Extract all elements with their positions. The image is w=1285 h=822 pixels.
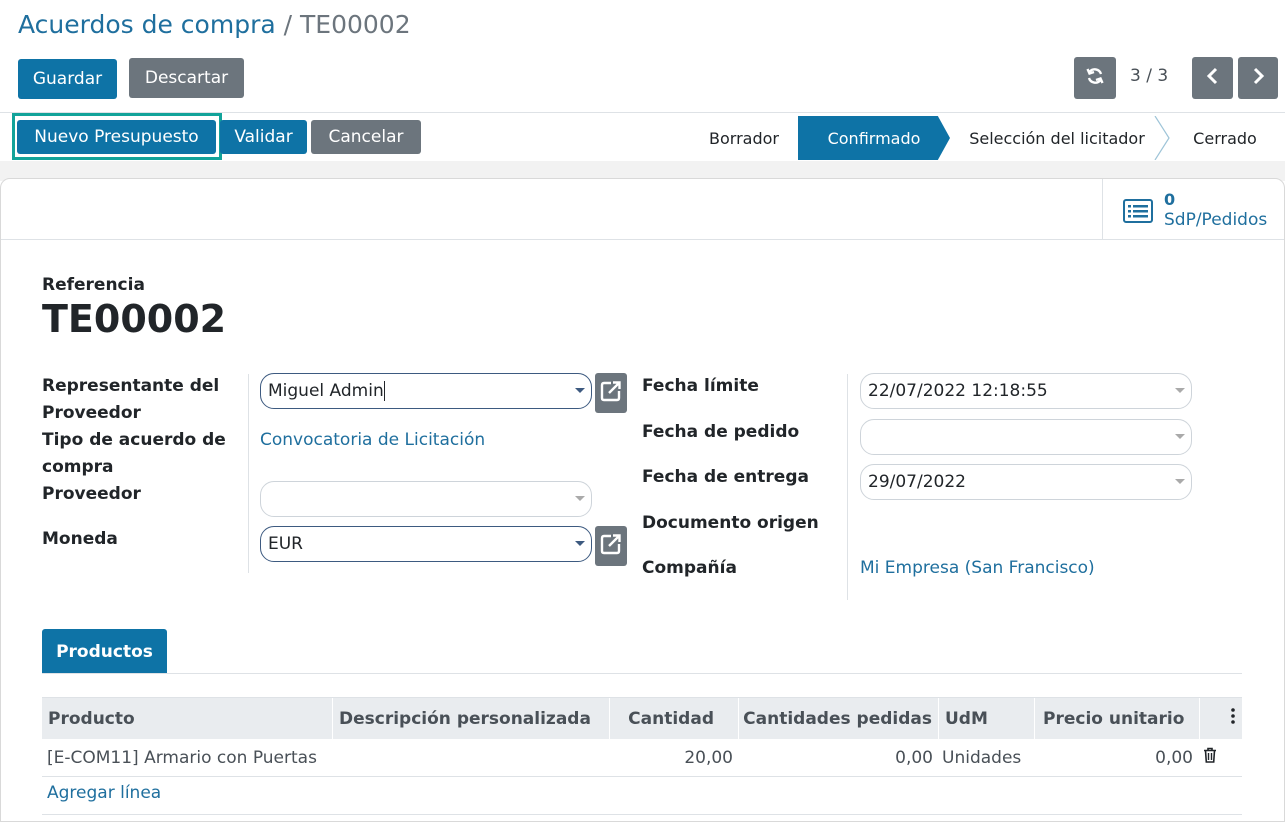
representative-select[interactable]: Miguel Admin [260, 373, 592, 409]
vertical-dots-icon [1231, 708, 1235, 729]
currency-select[interactable]: EUR [260, 526, 592, 562]
company-label: Compañía [642, 558, 737, 578]
refresh-icon [1086, 67, 1104, 90]
rfq-orders-smart-button[interactable]: 0 SdP/Pedidos [1102, 179, 1284, 240]
right-group-divider [847, 374, 848, 600]
delete-row-button[interactable] [1200, 739, 1220, 776]
order-date-label: Fecha de pedido [642, 422, 800, 442]
new-quotation-button[interactable]: Nuevo Presupuesto [17, 120, 216, 154]
table-header: Producto Descripción personalizada Canti… [42, 697, 1242, 739]
currency-label: Moneda [42, 529, 118, 549]
representative-value: Miguel Admin [268, 381, 384, 401]
agreement-type-label-line1: Tipo de acuerdo de [42, 430, 226, 450]
chevron-down-icon [575, 388, 585, 393]
order-date-field[interactable] [860, 419, 1192, 455]
representative-external-link-button[interactable] [595, 373, 627, 413]
tab-products[interactable]: Productos [42, 629, 167, 674]
cell-description[interactable] [333, 739, 610, 776]
smart-button-count: 0 [1164, 190, 1176, 209]
representative-label-line2: Proveedor [42, 403, 141, 423]
cell-quantity[interactable]: 20,00 [610, 739, 733, 776]
trash-icon [1203, 747, 1217, 768]
delivery-date-value: 29/07/2022 [868, 472, 966, 492]
table-row[interactable]: [E-COM11] Armario con Puertas 20,00 0,00… [42, 739, 1242, 777]
smart-button-box: 0 SdP/Pedidos [1, 179, 1284, 240]
column-header-ordered-quantity[interactable]: Cantidades pedidas [739, 698, 939, 739]
agreement-type-label-line2: compra [42, 457, 114, 477]
status-step-closed[interactable]: Cerrado [1170, 116, 1280, 160]
deadline-value: 22/07/2022 12:18:55 [868, 381, 1048, 401]
chevron-down-icon [575, 541, 585, 546]
delivery-date-label: Fecha de entrega [642, 467, 809, 487]
cell-ordered-quantity[interactable]: 0,00 [739, 739, 933, 776]
agreement-type-link[interactable]: Convocatoria de Licitación [260, 430, 485, 450]
refresh-button[interactable] [1074, 57, 1116, 99]
text-cursor [383, 381, 385, 401]
deadline-label: Fecha límite [642, 376, 759, 396]
column-header-quantity[interactable]: Cantidad [610, 698, 739, 739]
column-header-description[interactable]: Descripción personalizada [333, 698, 610, 739]
vendor-label: Proveedor [42, 484, 141, 504]
breadcrumb-parent-link[interactable]: Acuerdos de compra [18, 10, 276, 39]
status-step-divider [1154, 116, 1170, 160]
pager-next-button[interactable] [1238, 57, 1278, 99]
delivery-date-field[interactable]: 29/07/2022 [860, 464, 1192, 500]
status-step-confirmed[interactable]: Confirmado [798, 116, 950, 160]
breadcrumb: Acuerdos de compra / TE00002 [18, 10, 411, 39]
discard-button[interactable]: Descartar [129, 58, 244, 98]
table-bottom-divider [42, 814, 1242, 815]
status-step-draft[interactable]: Borrador [690, 116, 798, 160]
save-button[interactable]: Guardar [18, 59, 117, 99]
representative-label-line1: Representante del [42, 376, 220, 396]
list-icon [1123, 199, 1153, 228]
form-sheet: 0 SdP/Pedidos Referencia TE00002 Represe… [0, 178, 1285, 822]
cancel-button[interactable]: Cancelar [311, 120, 421, 154]
currency-external-link-button[interactable] [595, 526, 627, 566]
status-step-bidder-selection[interactable]: Selección del licitador [952, 116, 1162, 160]
reference-label: Referencia [42, 275, 145, 295]
deadline-datetime-field[interactable]: 22/07/2022 12:18:55 [860, 373, 1192, 409]
vendor-select[interactable] [260, 481, 592, 517]
company-link[interactable]: Mi Empresa (San Francisco) [860, 558, 1095, 578]
smart-button-label: SdP/Pedidos [1164, 210, 1268, 230]
form-statusbar: Nuevo Presupuesto Validar Cancelar Borra… [0, 113, 1285, 161]
chevron-down-icon [1175, 434, 1185, 439]
validate-button[interactable]: Validar [220, 120, 307, 154]
pager-value[interactable]: 3 / 3 [1130, 66, 1168, 86]
external-link-icon [600, 533, 622, 560]
chevron-right-icon [1251, 67, 1265, 90]
left-group-divider [248, 374, 249, 573]
breadcrumb-current: TE00002 [300, 10, 411, 39]
chevron-down-icon [1175, 479, 1185, 484]
control-panel: Acuerdos de compra / TE00002 Guardar Des… [0, 0, 1285, 113]
add-line-link[interactable]: Agregar línea [47, 783, 161, 803]
cell-uom[interactable]: Unidades [942, 739, 1035, 776]
cell-unit-price[interactable]: 0,00 [1035, 739, 1193, 776]
cell-product[interactable]: [E-COM11] Armario con Puertas [47, 739, 333, 776]
tab-divider [42, 673, 1242, 674]
breadcrumb-separator: / [275, 10, 300, 39]
source-document-label: Documento origen [642, 513, 819, 533]
column-header-unit-price[interactable]: Precio unitario [1035, 698, 1200, 739]
column-header-uom[interactable]: UdM [939, 698, 1035, 739]
chevron-down-icon [575, 496, 585, 501]
chevron-left-icon [1206, 67, 1220, 90]
external-link-icon [600, 380, 622, 407]
reference-title: TE00002 [42, 297, 227, 341]
optional-columns-toggle[interactable] [1200, 698, 1242, 739]
currency-value: EUR [268, 534, 303, 554]
status-steps: Borrador Confirmado Selección del licita… [690, 116, 1285, 160]
pager-previous-button[interactable] [1192, 57, 1233, 99]
chevron-down-icon [1175, 388, 1185, 393]
column-header-product[interactable]: Producto [42, 698, 333, 739]
